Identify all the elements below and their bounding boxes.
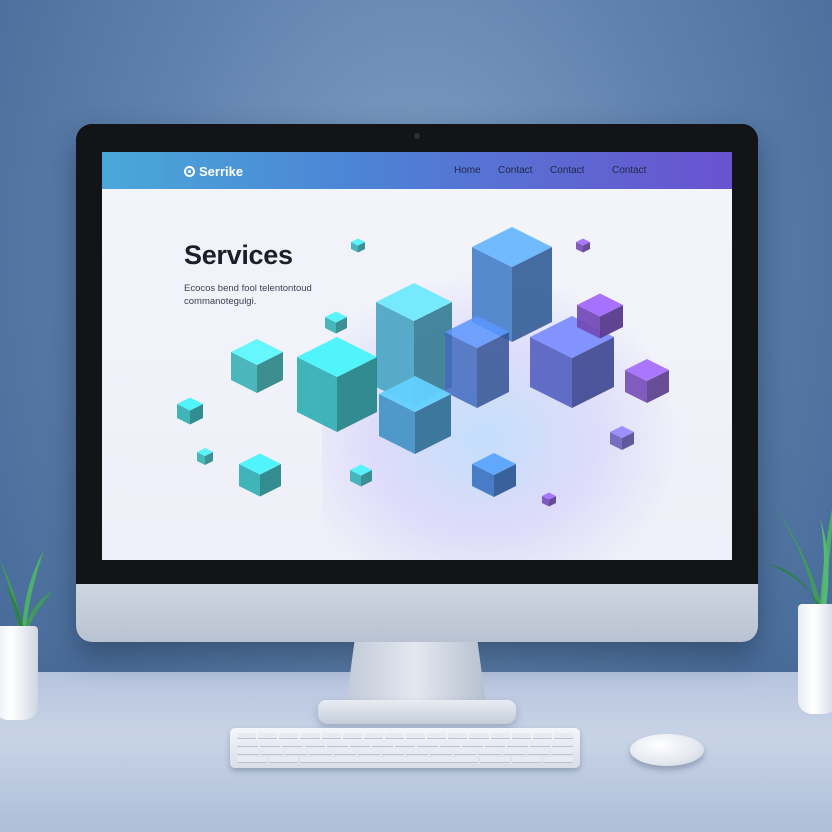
plant-right-icon xyxy=(768,508,832,608)
cube-shape xyxy=(625,359,669,403)
cube-shape xyxy=(350,464,372,487)
cube-shape xyxy=(177,397,203,425)
cube-shape xyxy=(297,337,377,432)
plant-pot-right xyxy=(798,604,832,714)
plant-left-icon xyxy=(0,550,54,630)
cube-shape xyxy=(576,238,590,253)
cube-shape xyxy=(239,453,281,497)
cube-shape xyxy=(542,492,556,507)
cube-shape xyxy=(351,238,365,253)
cube-shape xyxy=(231,339,283,393)
cube-shape xyxy=(197,448,213,465)
monitor-chin xyxy=(76,584,758,642)
cube-shape xyxy=(445,316,509,408)
cube-shape xyxy=(610,426,634,450)
webcam-icon xyxy=(414,133,420,139)
mouse[interactable] xyxy=(630,734,704,766)
cube-shape xyxy=(325,311,347,334)
keyboard[interactable] xyxy=(230,728,580,768)
monitor: Serrike Home Contact Contact Contact Ser… xyxy=(76,124,758,642)
monitor-stand-base xyxy=(318,700,516,724)
cube-shape xyxy=(472,453,516,497)
plant-pot-left xyxy=(0,626,38,720)
website-screen: Serrike Home Contact Contact Contact Ser… xyxy=(102,152,732,560)
isometric-cubes-illustration xyxy=(177,227,669,507)
monitor-stand-neck xyxy=(346,642,486,704)
